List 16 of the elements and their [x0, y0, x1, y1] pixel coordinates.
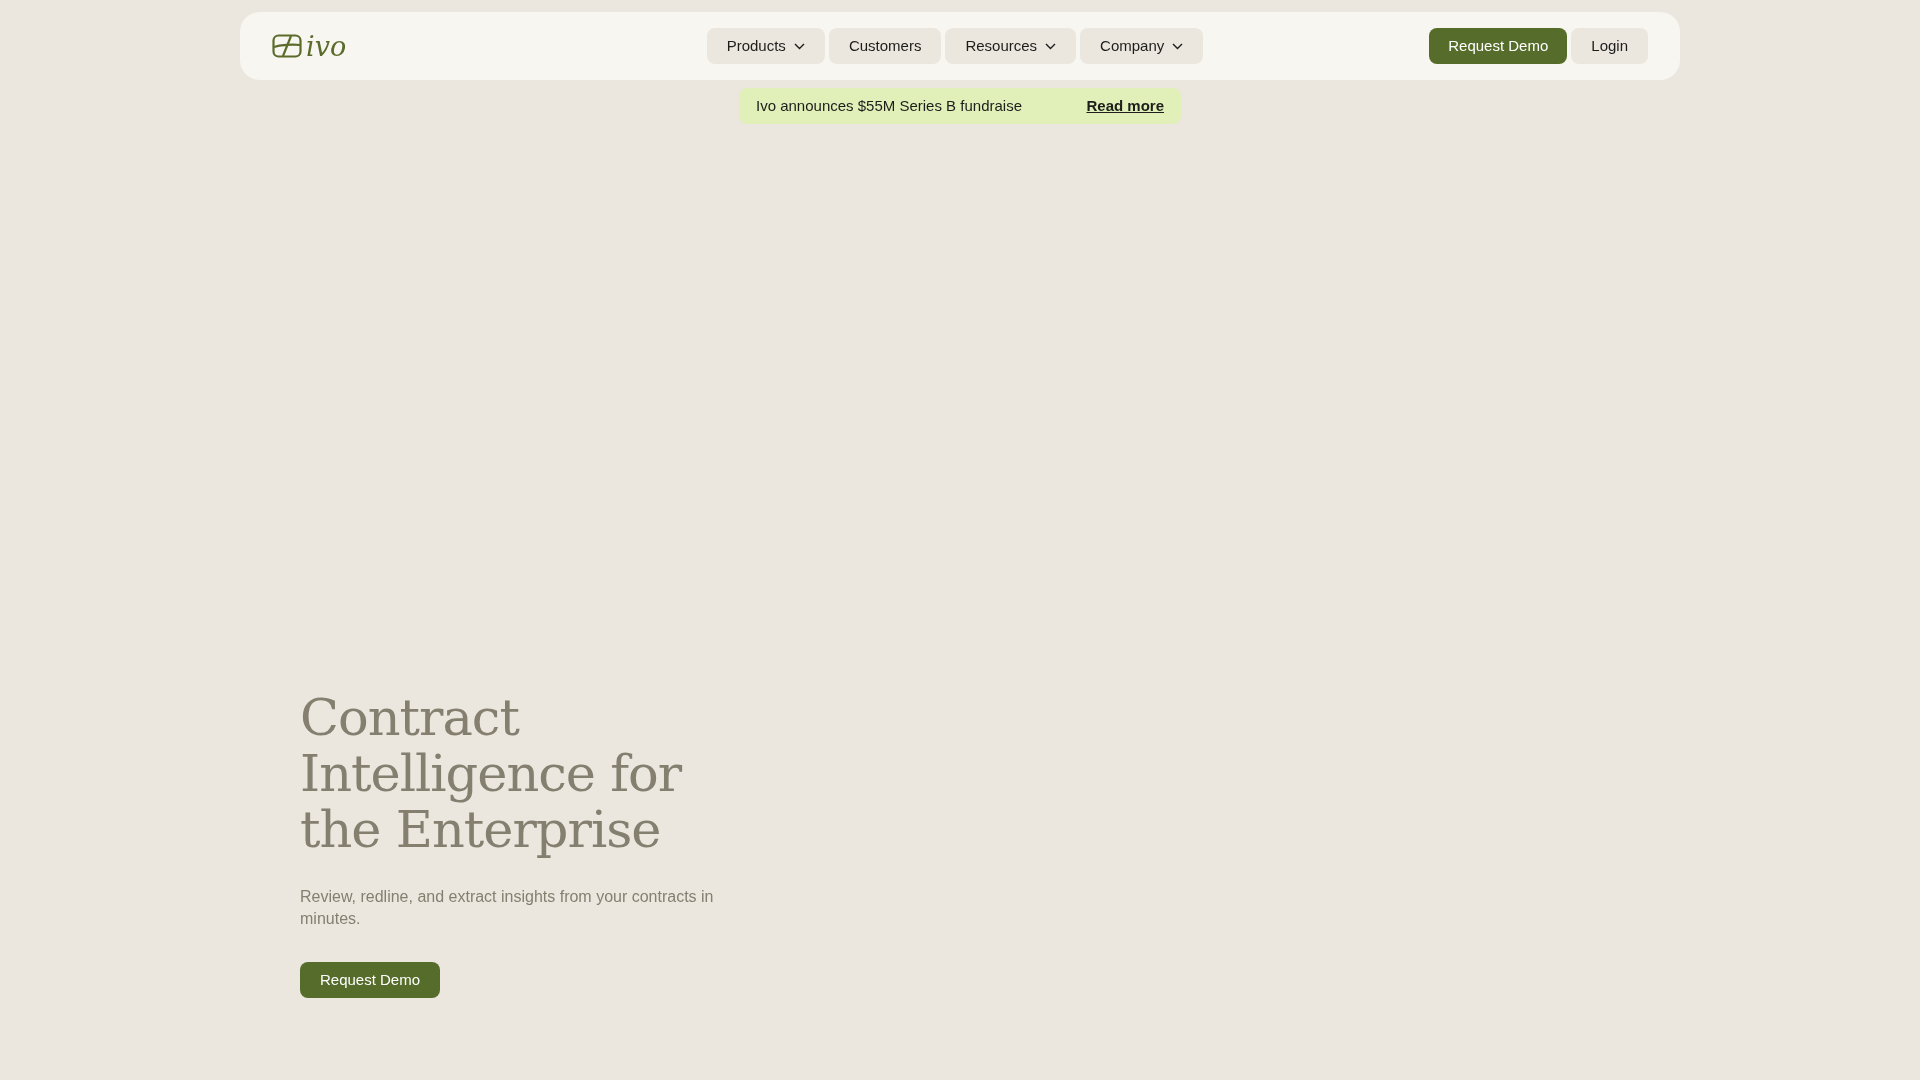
hero-subtitle: Review, redline, and extract insights from your contracts in minutes.: [300, 887, 715, 929]
login-button[interactable]: Login: [1571, 28, 1648, 64]
hero-title: Contract Intelligence for the Enterprise: [300, 690, 683, 858]
announcement-text: Ivo announces $55M Series B fundraise: [756, 95, 1022, 116]
nav-menu-item[interactable]: Customers: [828, 28, 942, 64]
read-more-link[interactable]: Read more: [1086, 94, 1164, 118]
chevron-down-icon: [1172, 42, 1184, 50]
request-demo-button[interactable]: Request Demo: [1429, 28, 1568, 64]
chevron-down-icon: [793, 42, 805, 50]
nav-menu-item[interactable]: Company: [1080, 28, 1204, 64]
logo-icon: [272, 34, 302, 58]
chevron-down-icon: [1045, 42, 1057, 50]
nav-menu-item[interactable]: Resources: [945, 28, 1077, 64]
logo-text[interactable]: ivo: [306, 32, 347, 60]
request-demo-button[interactable]: Request Demo: [300, 962, 441, 998]
nav-menu-item[interactable]: Products: [706, 28, 825, 64]
